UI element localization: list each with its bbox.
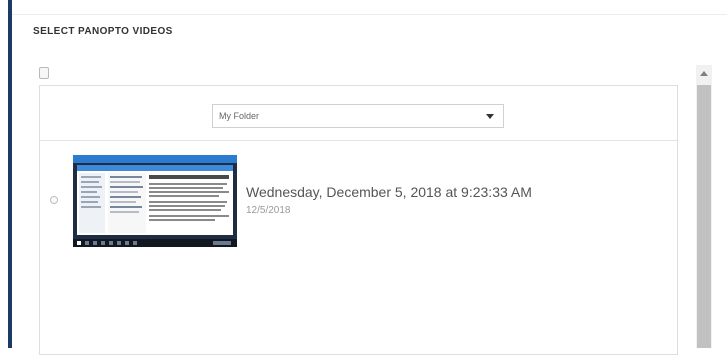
left-accent-bar (8, 0, 12, 348)
folder-dropdown-value: My Folder (219, 111, 260, 121)
scrollbar-thumb[interactable] (697, 85, 711, 348)
video-thumbnail[interactable] (73, 155, 237, 247)
top-divider (12, 14, 727, 15)
chevron-down-icon (486, 114, 494, 119)
video-select-radio[interactable] (50, 196, 58, 204)
screen-recording-thumbnail-icon (73, 155, 237, 247)
panel-title: SELECT PANOPTO VIDEOS (33, 26, 173, 37)
video-list-item[interactable]: Wednesday, December 5, 2018 at 9:23:33 A… (40, 141, 677, 261)
panopto-video-picker: SELECT PANOPTO VIDEOS My Folder Wednesda… (0, 0, 727, 355)
scroll-up-button[interactable] (696, 65, 712, 83)
folder-dropdown[interactable]: My Folder (212, 104, 504, 128)
select-all-checkbox[interactable] (39, 67, 49, 79)
video-date: 12/5/2018 (246, 205, 291, 216)
folder-bar: My Folder (40, 86, 677, 141)
video-title[interactable]: Wednesday, December 5, 2018 at 9:23:33 A… (246, 184, 532, 200)
video-list: My Folder Wednesday, December 5, 2018 at… (39, 85, 678, 355)
vertical-scrollbar[interactable] (696, 65, 712, 348)
chevron-up-icon (700, 71, 708, 76)
